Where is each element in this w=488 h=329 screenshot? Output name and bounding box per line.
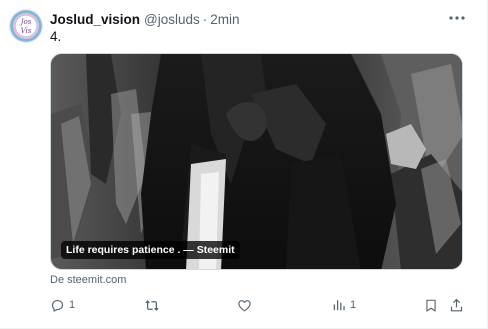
retweet-icon [144, 298, 160, 313]
photo-image [51, 54, 462, 269]
views-button[interactable]: 1 [332, 296, 356, 314]
views-icon [332, 298, 346, 312]
reply-button[interactable]: 1 [50, 296, 75, 314]
reply-icon [50, 298, 65, 313]
share-icon [449, 298, 464, 313]
like-icon [237, 298, 252, 313]
display-name[interactable]: Joslud_vision [50, 12, 140, 27]
share-button[interactable] [449, 296, 464, 314]
retweet-button[interactable] [144, 296, 164, 314]
user-handle[interactable]: @josluds [144, 12, 200, 27]
avatar-logo: Jos Vis [17, 17, 35, 35]
tweet-header: Joslud_vision @josluds · 2min [50, 10, 240, 28]
tweet-card[interactable]: JosVis Joslud_vision @josluds · 2min 4. [0, 0, 488, 329]
bookmark-icon [424, 298, 438, 313]
like-button[interactable] [237, 296, 256, 314]
reply-count: 1 [69, 299, 76, 311]
timestamp[interactable]: 2min [210, 12, 239, 27]
avatar[interactable]: Jos Vis [10, 10, 42, 42]
views-count: 1 [350, 299, 357, 311]
more-options-icon [449, 16, 465, 20]
separator-dot: · [202, 11, 208, 27]
media-caption[interactable]: Life requires patience . — Steemit [61, 241, 240, 259]
tweet-media[interactable]: Life requires patience . — Steemit [50, 53, 463, 270]
bookmark-button[interactable] [424, 296, 438, 314]
tweet-text: 4. [50, 29, 62, 44]
tweet-actions-bar: 1 1 [50, 296, 470, 314]
more-options-button[interactable] [446, 10, 468, 26]
link-source[interactable]: De steemit.com [50, 274, 126, 286]
